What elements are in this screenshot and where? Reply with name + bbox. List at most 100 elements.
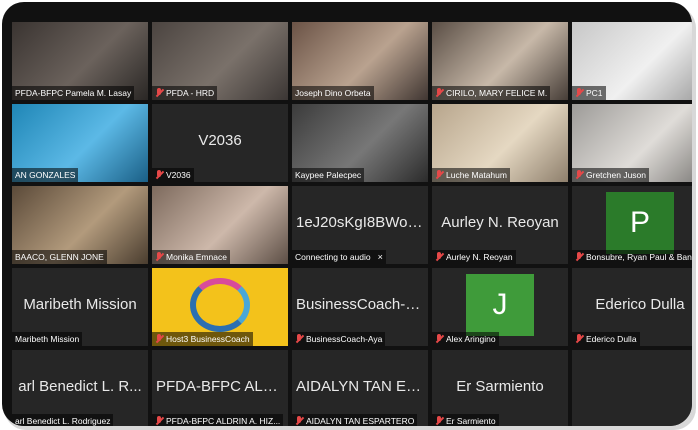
participant-tile[interactable]: Joseph Dino Orbeta xyxy=(292,22,428,100)
participant-name: Bonsubre, Ryan Paul & Ban... xyxy=(586,252,692,262)
avatar: J xyxy=(466,274,534,336)
participant-name: PFDA-BFPC ALDRIN A. HIZ... xyxy=(166,416,281,426)
participant-label: AN GONZALES xyxy=(12,168,79,182)
participant-tile[interactable]: PC1 xyxy=(572,22,692,100)
participant-name: Alex Aringino xyxy=(446,334,496,344)
participant-display-name: Er Sarmiento xyxy=(456,378,544,395)
participant-tile[interactable]: V2036 V2036 xyxy=(152,104,288,182)
participant-display-name: arl Benedict L. R... xyxy=(18,378,142,395)
participant-name: CIRILO, MARY FELICE M. xyxy=(446,88,548,98)
participant-label: Connecting to audio × xyxy=(292,250,386,264)
participant-label: BusinessCoach-Aya xyxy=(292,332,386,346)
participant-tile[interactable]: Luche Matahum xyxy=(432,104,568,182)
participant-tile[interactable]: Aurley N. Reoyan Aurley N. Reoyan xyxy=(432,186,568,264)
participant-label: Bonsubre, Ryan Paul & Ban... xyxy=(572,250,692,264)
participant-tile[interactable]: Ederico Dulla Ederico Dulla xyxy=(572,268,692,346)
mic-muted-icon xyxy=(435,334,443,344)
participant-tile[interactable]: CIRILO, MARY FELICE M. xyxy=(432,22,568,100)
participant-tile[interactable]: Maribeth Mission Maribeth Mission xyxy=(12,268,148,346)
participant-display-name: Ederico Dulla xyxy=(595,296,685,313)
mic-muted-icon xyxy=(295,416,303,426)
participant-tile[interactable]: PFDA-BFPC Pamela M. Lasay xyxy=(12,22,148,100)
participant-grid: PFDA-BFPC Pamela M. Lasay PFDA - HRD Josep… xyxy=(12,22,692,426)
participant-tile[interactable]: P Bonsubre, Ryan Paul & Ban... xyxy=(572,186,692,264)
participant-tile[interactable]: 1eJ20sKgI8BWoQ... Connecting to audio × xyxy=(292,186,428,264)
mic-muted-icon xyxy=(295,334,303,344)
participant-label: BAACO, GLENN JONE xyxy=(12,250,107,264)
avatar: P xyxy=(606,192,674,254)
mic-muted-icon xyxy=(155,170,163,180)
participant-label: AIDALYN TAN ESPARTERO xyxy=(292,414,418,426)
participant-label: PFDA-BFPC Pamela M. Lasay xyxy=(12,86,135,100)
mic-muted-icon xyxy=(435,252,443,262)
participant-name: BusinessCoach-Aya xyxy=(306,334,383,344)
mic-muted-icon xyxy=(155,252,163,262)
participant-name: PC1 xyxy=(586,88,603,98)
participant-tile[interactable]: Monika Emnace xyxy=(152,186,288,264)
meeting-window: PFDA-BFPC Pamela M. Lasay PFDA - HRD Josep… xyxy=(0,0,698,430)
participant-tile[interactable]: PFDA - HRD xyxy=(152,22,288,100)
participant-name: Monika Emnace xyxy=(166,252,227,262)
participant-tile[interactable]: Gretchen Juson xyxy=(572,104,692,182)
participant-name: Er Sarmiento xyxy=(446,416,496,426)
participant-name: V2036 xyxy=(166,170,191,180)
participant-tile[interactable]: BAACO, GLENN JONE xyxy=(12,186,148,264)
participant-display-name: BusinessCoach-A... xyxy=(296,296,424,313)
participant-label: Alex Aringino xyxy=(432,332,499,346)
participant-name: Host3 BusinessCoach xyxy=(166,334,250,344)
participant-name: Joseph Dino Orbeta xyxy=(295,88,371,98)
participant-label: PFDA - HRD xyxy=(152,86,218,100)
participant-tile[interactable]: BusinessCoach-A... BusinessCoach-Aya xyxy=(292,268,428,346)
participant-tile[interactable]: AIDALYN TAN ES... AIDALYN TAN ESPARTERO xyxy=(292,350,428,426)
participant-tile[interactable] xyxy=(572,350,692,426)
participant-label: V2036 xyxy=(152,168,194,182)
gallery-view: PFDA-BFPC Pamela M. Lasay PFDA - HRD Josep… xyxy=(2,2,692,426)
participant-name: Maribeth Mission xyxy=(15,334,80,344)
business-coach-logo xyxy=(190,278,250,332)
mic-muted-icon xyxy=(575,88,583,98)
participant-tile[interactable]: J Alex Aringino xyxy=(432,268,568,346)
mic-muted-icon xyxy=(155,334,163,344)
mic-muted-icon xyxy=(575,252,583,262)
participant-tile[interactable]: AN GONZALES xyxy=(12,104,148,182)
participant-tile[interactable]: Host3 BusinessCoach xyxy=(152,268,288,346)
participant-label: Er Sarmiento xyxy=(432,414,499,426)
participant-label: Gretchen Juson xyxy=(572,168,650,182)
participant-name: PFDA - HRD xyxy=(166,88,215,98)
mic-muted-icon xyxy=(575,170,583,180)
participant-label: Ederico Dulla xyxy=(572,332,640,346)
participant-label: Host3 BusinessCoach xyxy=(152,332,253,346)
participant-tile[interactable]: Kaypee Palecpec xyxy=(292,104,428,182)
mic-muted-icon xyxy=(575,334,583,344)
mic-muted-icon xyxy=(155,88,163,98)
close-icon[interactable]: × xyxy=(378,250,383,264)
participant-display-name: PFDA-BFPC ALD... xyxy=(156,378,284,395)
participant-name: Luche Matahum xyxy=(446,170,507,180)
mic-muted-icon xyxy=(435,88,443,98)
participant-label: PC1 xyxy=(572,86,606,100)
participant-name: Gretchen Juson xyxy=(586,170,647,180)
participant-display-name: Aurley N. Reoyan xyxy=(441,214,559,231)
participant-name: AN GONZALES xyxy=(15,170,76,180)
participant-name: Aurley N. Reoyan xyxy=(446,252,513,262)
participant-display-name: 1eJ20sKgI8BWoQ... xyxy=(296,214,424,231)
participant-label: Kaypee Palecpec xyxy=(292,168,365,182)
participant-name: Ederico Dulla xyxy=(586,334,637,344)
participant-name: Kaypee Palecpec xyxy=(295,170,362,180)
participant-display-name: AIDALYN TAN ES... xyxy=(296,378,424,395)
participant-label: PFDA-BFPC ALDRIN A. HIZ... xyxy=(152,414,284,426)
participant-tile[interactable]: arl Benedict L. R... arl Benedict L. Rodr… xyxy=(12,350,148,426)
participant-name: PFDA-BFPC Pamela M. Lasay xyxy=(15,88,132,98)
mic-muted-icon xyxy=(155,416,163,426)
participant-display-name: V2036 xyxy=(198,132,242,149)
participant-display-name: Maribeth Mission xyxy=(23,296,137,313)
participant-label: Monika Emnace xyxy=(152,250,230,264)
participant-label: Aurley N. Reoyan xyxy=(432,250,516,264)
participant-label: arl Benedict L. Rodriguez xyxy=(12,414,114,426)
participant-label: Maribeth Mission xyxy=(12,332,83,346)
participant-tile[interactable]: PFDA-BFPC ALD... PFDA-BFPC ALDRIN A. HIZ.… xyxy=(152,350,288,426)
participant-name: AIDALYN TAN ESPARTERO xyxy=(306,416,415,426)
participant-name: Connecting to audio xyxy=(295,252,371,262)
participant-tile[interactable]: Er Sarmiento Er Sarmiento xyxy=(432,350,568,426)
participant-label: CIRILO, MARY FELICE M. xyxy=(432,86,551,100)
